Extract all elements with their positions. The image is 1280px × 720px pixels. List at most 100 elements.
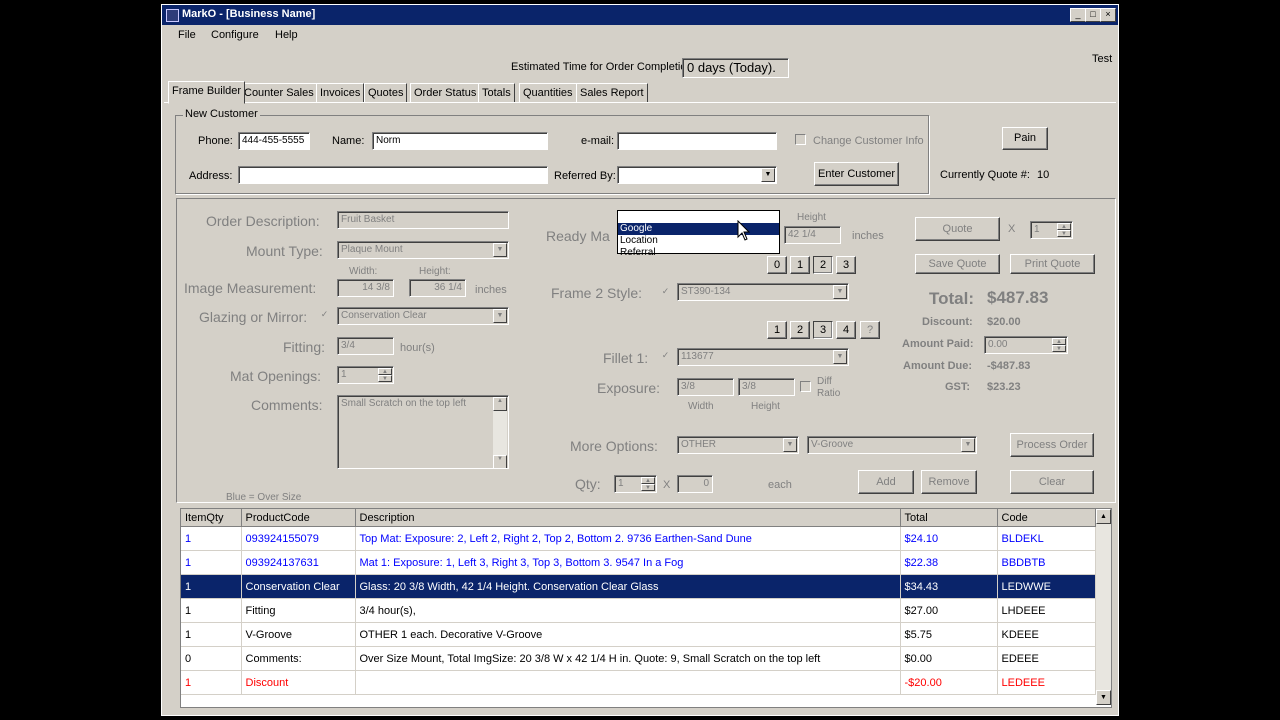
- chevron-down-icon[interactable]: ▼: [961, 438, 975, 452]
- stepper-arrows-icon[interactable]: ▲ ▼: [641, 477, 655, 491]
- tab-invoices[interactable]: Invoices: [316, 83, 365, 103]
- img-height-field[interactable]: 36 1/4: [409, 279, 466, 297]
- email-field[interactable]: [617, 132, 777, 150]
- table-row[interactable]: 1 093924155079 Top Mat: Exposure: 2, Lef…: [181, 526, 1096, 551]
- frame2-select[interactable]: ST390-134 ▼: [677, 283, 849, 301]
- chevron-down-icon[interactable]: ▼: [833, 285, 847, 299]
- tab-quotes[interactable]: Quotes: [364, 83, 408, 103]
- order-desc-field[interactable]: Fruit Basket: [337, 211, 509, 229]
- clear-button[interactable]: Clear: [1010, 470, 1094, 494]
- scroll-down-icon[interactable]: ▼: [1096, 690, 1111, 705]
- menu-configure[interactable]: Configure: [211, 29, 259, 41]
- grid-scrollbar[interactable]: ▲ ▼: [1096, 509, 1111, 705]
- print-quote-button[interactable]: Print Quote: [1010, 254, 1095, 274]
- table-row[interactable]: 1 Discount -$20.00 LEDEEE: [181, 670, 1096, 695]
- referred-option-referral[interactable]: Referral: [618, 247, 779, 259]
- table-row[interactable]: 0 Comments: Over Size Mount, Total ImgSi…: [181, 646, 1096, 671]
- referred-option-google[interactable]: Google: [618, 223, 779, 235]
- fillet-select[interactable]: 113677 ▼: [677, 348, 849, 366]
- remove-button[interactable]: Remove: [921, 470, 977, 494]
- qty2-field[interactable]: 0: [677, 475, 713, 493]
- address-field[interactable]: [238, 166, 548, 184]
- referred-option-location[interactable]: Location: [618, 235, 779, 247]
- fillet-count-3-button[interactable]: 3: [813, 321, 833, 339]
- more-options-select-1[interactable]: OTHER ▼: [677, 436, 799, 454]
- change-info-checkbox[interactable]: [795, 134, 806, 145]
- referred-label: Referred By:: [554, 170, 616, 182]
- ready-height-field[interactable]: 42 1/4: [784, 226, 841, 244]
- phone-field[interactable]: 444-455-5555: [238, 132, 310, 150]
- process-order-button[interactable]: Process Order: [1010, 433, 1094, 457]
- cell-qty: 1: [181, 622, 242, 647]
- col-header-productcode[interactable]: ProductCode: [241, 509, 356, 527]
- table-row[interactable]: 1 093924137631 Mat 1: Exposure: 1, Left …: [181, 550, 1096, 575]
- referred-dropdown-list: Google Location Referral: [617, 210, 780, 258]
- frame2-checkbox[interactable]: ✓: [660, 287, 671, 298]
- col-header-itemqty[interactable]: ItemQty: [181, 509, 242, 527]
- glazing-select[interactable]: Conservation Clear ▼: [337, 307, 509, 325]
- close-button[interactable]: ×: [1100, 8, 1116, 22]
- maximize-button[interactable]: □: [1085, 8, 1101, 22]
- tab-quantities[interactable]: Quantities: [519, 83, 577, 103]
- diff-ratio-checkbox[interactable]: [800, 381, 811, 392]
- tab-order-status[interactable]: Order Status: [410, 83, 481, 103]
- chevron-down-icon[interactable]: ▼: [833, 350, 847, 364]
- stepper-arrows-icon[interactable]: ▲ ▼: [1057, 223, 1071, 237]
- comments-field[interactable]: Small Scratch on the top left ▲ ▼: [337, 395, 509, 469]
- mount-type-select[interactable]: Plaque Mount ▼: [337, 241, 509, 259]
- cell-total: $34.43: [900, 574, 998, 599]
- frame-count-2-button[interactable]: 2: [813, 256, 833, 274]
- exposure-height-field[interactable]: 3/8: [738, 378, 795, 396]
- fillet-count-2-button[interactable]: 2: [790, 321, 810, 339]
- col-header-total[interactable]: Total: [900, 509, 998, 527]
- glazing-checkbox[interactable]: ✓: [319, 310, 330, 321]
- col-header-code[interactable]: Code: [997, 509, 1096, 527]
- chevron-down-icon[interactable]: ▼: [783, 438, 797, 452]
- pain-button[interactable]: Pain: [1002, 127, 1048, 150]
- img-width-field[interactable]: 14 3/8: [337, 279, 394, 297]
- table-row[interactable]: 1 Fitting 3/4 hour(s), $27.00 LHDEEE: [181, 598, 1096, 623]
- name-field[interactable]: Norm: [372, 132, 548, 150]
- stepper-arrows-icon[interactable]: ▲ ▼: [378, 368, 392, 382]
- tab-totals[interactable]: Totals: [478, 83, 515, 103]
- menu-file[interactable]: File: [178, 29, 196, 41]
- referred-option-blank[interactable]: [618, 211, 779, 223]
- frame-count-3-button[interactable]: 3: [836, 256, 856, 274]
- stepper-arrows-icon[interactable]: ▲ ▼: [1052, 338, 1066, 352]
- chevron-down-icon[interactable]: ▼: [493, 243, 507, 257]
- amount-paid-stepper[interactable]: 0.00 ▲ ▼: [984, 336, 1068, 354]
- frame-count-1-button[interactable]: 1: [790, 256, 810, 274]
- chevron-down-icon[interactable]: ▼: [493, 309, 507, 323]
- scroll-up-icon[interactable]: ▲: [1096, 509, 1111, 524]
- quote-qty-stepper[interactable]: 1 ▲ ▼: [1030, 221, 1073, 239]
- cell-total: $5.75: [900, 622, 998, 647]
- scrollbar[interactable]: ▲ ▼: [493, 397, 507, 468]
- col-header-description[interactable]: Description: [355, 509, 901, 527]
- tab-sales-report[interactable]: Sales Report: [576, 83, 648, 103]
- table-row[interactable]: 1 V-Groove OTHER 1 each. Decorative V-Gr…: [181, 622, 1096, 647]
- tab-counter-sales[interactable]: Counter Sales: [240, 83, 318, 103]
- qty-stepper[interactable]: 1 ▲ ▼: [614, 475, 657, 493]
- discount-label: Discount:: [922, 316, 973, 328]
- tab-frame-builder[interactable]: Frame Builder: [168, 81, 246, 104]
- exposure-width-field[interactable]: 3/8: [677, 378, 734, 396]
- fitting-field[interactable]: 3/4: [337, 337, 394, 355]
- fillet-checkbox[interactable]: ✓: [660, 351, 671, 362]
- minimize-button[interactable]: _: [1070, 8, 1086, 22]
- fitting-label: Fitting:: [283, 339, 326, 355]
- chevron-down-icon[interactable]: ▼: [761, 168, 775, 182]
- add-button[interactable]: Add: [858, 470, 914, 494]
- fillet-help-button[interactable]: ?: [860, 321, 880, 339]
- save-quote-button[interactable]: Save Quote: [915, 254, 1000, 274]
- enter-customer-button[interactable]: Enter Customer: [814, 162, 899, 186]
- table-row-selected[interactable]: 1 Conservation Clear Glass: 20 3/8 Width…: [181, 574, 1096, 599]
- referred-select[interactable]: ▼: [617, 166, 777, 184]
- fillet-count-1-button[interactable]: 1: [767, 321, 787, 339]
- quote-button[interactable]: Quote: [915, 217, 1000, 241]
- cell-qty: 1: [181, 574, 242, 599]
- more-options-select-2[interactable]: V-Groove ▼: [807, 436, 977, 454]
- mat-openings-stepper[interactable]: 1 ▲ ▼: [337, 366, 394, 384]
- menu-help[interactable]: Help: [275, 29, 298, 41]
- gst-label: GST:: [945, 381, 971, 393]
- fillet-count-4-button[interactable]: 4: [836, 321, 856, 339]
